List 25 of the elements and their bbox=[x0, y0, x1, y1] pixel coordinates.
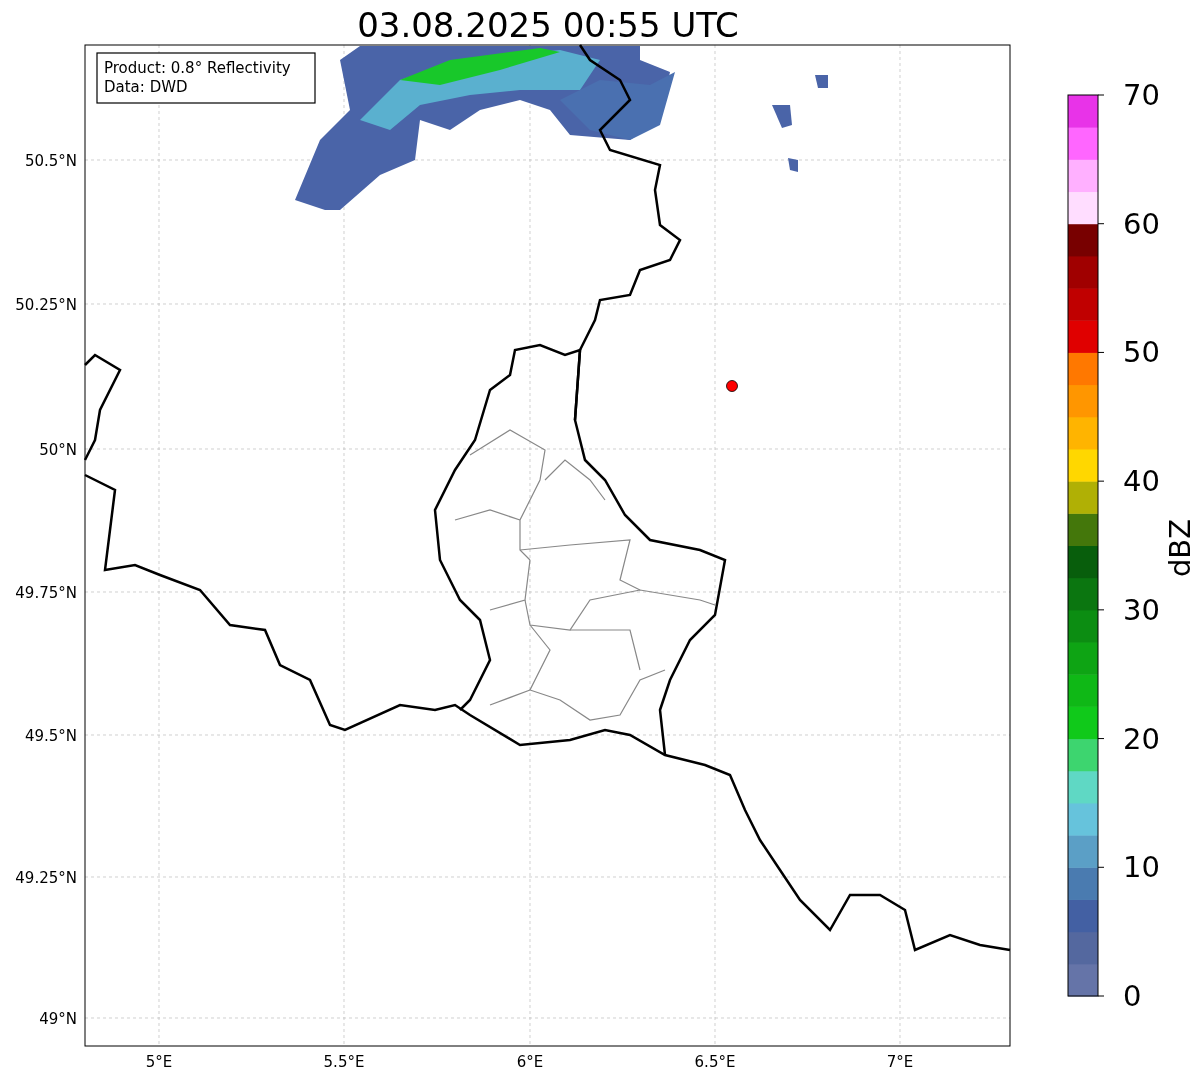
latitude-label: 49.5°N bbox=[24, 727, 77, 745]
latitude-label: 50.25°N bbox=[15, 296, 77, 314]
longitude-label: 6.5°E bbox=[694, 1053, 736, 1071]
location-marker bbox=[726, 380, 738, 392]
latitude-label: 49.25°N bbox=[15, 869, 77, 887]
longitude-label: 7°E bbox=[886, 1053, 914, 1071]
colorbar-tick-label: 70 bbox=[1123, 78, 1160, 112]
latitude-label: 50°N bbox=[39, 441, 77, 459]
colorbar-tick-label: 10 bbox=[1123, 850, 1160, 885]
colorbar-tick-label: 0 bbox=[1123, 979, 1142, 1013]
colorbar-tick-label: 50 bbox=[1123, 335, 1160, 370]
latitude-label: 50.5°N bbox=[24, 152, 77, 170]
colorbar-tick-label: 30 bbox=[1123, 592, 1160, 627]
latitude-label: 49°N bbox=[39, 1010, 77, 1028]
info-text: Data: DWD bbox=[104, 78, 188, 96]
colorbar-label: dBZ bbox=[1163, 518, 1197, 578]
chart-title: 03.08.2025 00:55 UTC bbox=[357, 5, 739, 45]
colorbar-tick-label: 60 bbox=[1123, 206, 1160, 241]
latitude-label: 49.75°N bbox=[15, 584, 77, 602]
info-text: Product: 0.8° Reflectivity bbox=[104, 59, 291, 77]
longitude-label: 6°E bbox=[516, 1053, 544, 1071]
colorbar-tick-label: 40 bbox=[1123, 464, 1160, 499]
longitude-label: 5°E bbox=[145, 1053, 173, 1071]
longitude-label: 5.5°E bbox=[323, 1053, 365, 1071]
colorbar-tick-label: 20 bbox=[1123, 721, 1160, 756]
